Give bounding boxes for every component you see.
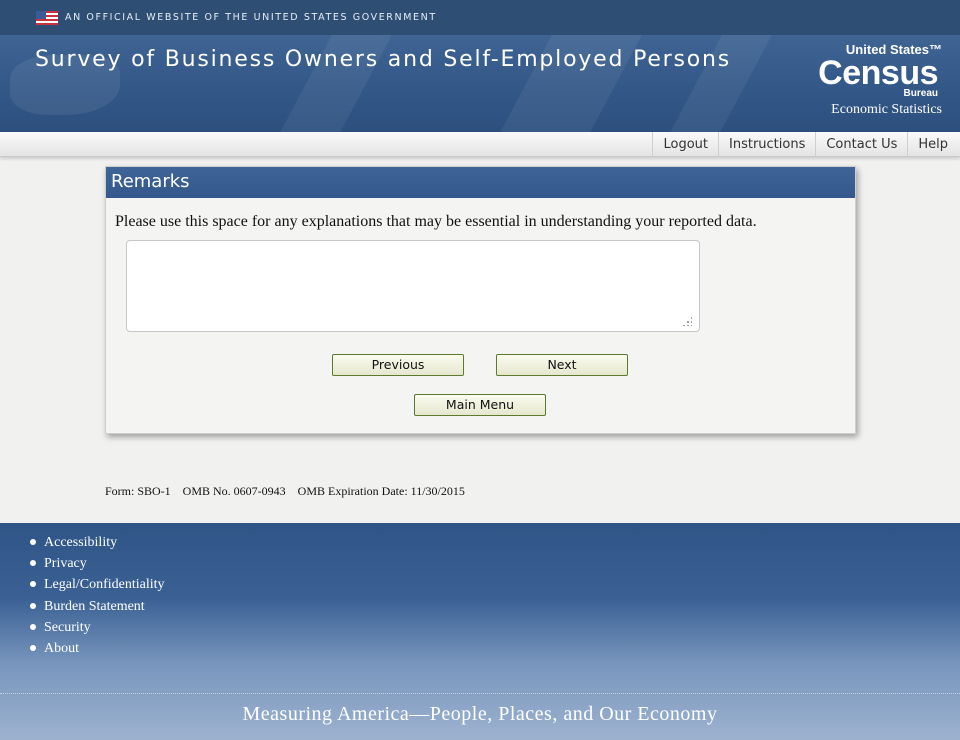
footer-links: Accessibility Privacy Legal/Confidential… [30, 533, 165, 660]
utility-nav-bar: Logout Instructions Contact Us Help [0, 132, 960, 157]
remarks-panel: Remarks Please use this space for any ex… [105, 166, 856, 434]
gov-banner-text: AN OFFICIAL WEBSITE OF THE UNITED STATES… [65, 12, 437, 23]
nav-instructions[interactable]: Instructions [718, 132, 815, 157]
next-button[interactable]: Next [496, 354, 628, 376]
footer-link-about[interactable]: About [30, 639, 165, 660]
footer-link-legal[interactable]: Legal/Confidentiality [30, 575, 165, 596]
nav-contact-us[interactable]: Contact Us [815, 132, 907, 157]
nav-logout[interactable]: Logout [652, 132, 718, 157]
site-footer: Accessibility Privacy Legal/Confidential… [0, 523, 960, 740]
footer-divider [0, 693, 960, 694]
logo-line-census: Census [818, 54, 938, 92]
utility-nav: Logout Instructions Contact Us Help [652, 132, 958, 157]
site-title: Survey of Business Owners and Self-Emplo… [35, 47, 732, 72]
form-info: Form: SBO-1 OMB No. 0607-0943 OMB Expira… [105, 484, 465, 498]
footer-link-burden-statement[interactable]: Burden Statement [30, 597, 165, 618]
footer-link-security[interactable]: Security [30, 618, 165, 639]
remarks-textarea[interactable] [126, 240, 700, 332]
nav-help[interactable]: Help [907, 132, 958, 157]
census-logo[interactable]: United States™ Census Bureau Economic St… [807, 43, 942, 118]
site-header: Survey of Business Owners and Self-Emplo… [0, 35, 960, 133]
previous-button[interactable]: Previous [332, 354, 464, 376]
footer-tagline: Measuring America—People, Places, and Ou… [242, 703, 718, 725]
footer-link-accessibility[interactable]: Accessibility [30, 533, 165, 554]
remarks-heading: Remarks [106, 167, 855, 198]
footer-link-privacy[interactable]: Privacy [30, 554, 165, 575]
us-flag-icon [36, 11, 58, 25]
remarks-instruction: Please use this space for any explanatio… [115, 213, 757, 230]
main-menu-button[interactable]: Main Menu [414, 394, 546, 416]
gov-banner: AN OFFICIAL WEBSITE OF THE UNITED STATES… [0, 0, 960, 35]
logo-line-economic-statistics: Economic Statistics [831, 102, 942, 117]
